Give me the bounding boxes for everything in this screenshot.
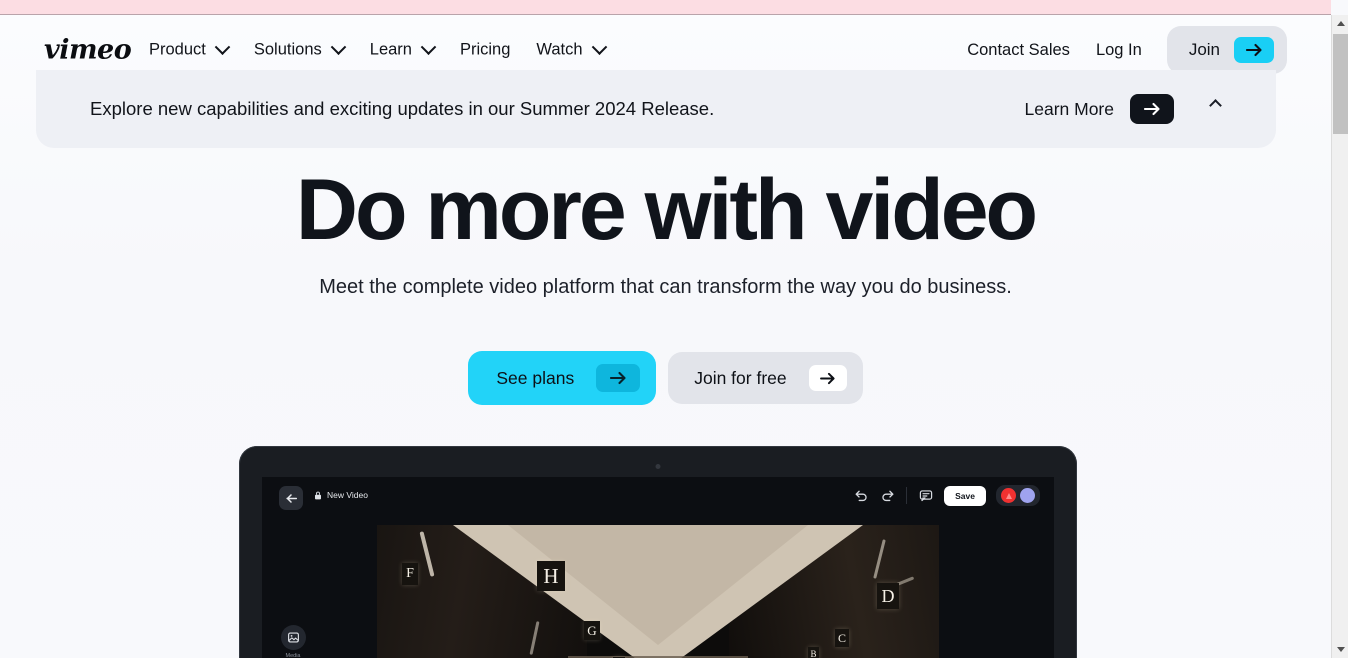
document-title: New Video [327,490,368,500]
editor-sidebar: Media [270,525,316,658]
join-for-free-label: Join for free [694,367,787,388]
scrollbar-up-arrow[interactable] [1332,15,1348,32]
video-canvas[interactable]: F H G F B C D [377,525,939,658]
collaborator-avatar-red[interactable] [1001,488,1016,503]
sidebar-item-media[interactable]: Media [280,625,306,658]
vertical-scrollbar[interactable] [1331,15,1348,658]
nav-item-solutions[interactable]: Solutions [241,35,357,66]
redo-icon[interactable] [879,487,896,504]
page-surface: vimeo Product Solutions Learn Pricing Wa… [0,15,1331,658]
laptop-mockup: New Video Save Media F H G B C D [239,446,1077,658]
document-title-group: New Video [314,490,368,500]
avatar-triangle-icon [1005,492,1012,499]
arrow-right-icon [808,365,847,391]
nav-item-label: Watch [536,40,583,59]
learn-more-button[interactable]: Learn More [1024,94,1174,124]
header-actions: Contact Sales Log In Join [954,26,1287,74]
contact-sales-link[interactable]: Contact Sales [954,41,1083,60]
page-subtitle: Meet the complete video platform that ca… [319,276,1012,298]
corridor-sign: F [402,563,418,585]
banner-collapse-button[interactable] [1204,97,1226,113]
nav-item-product[interactable]: Product [149,35,241,66]
chevron-down-icon [591,39,607,55]
undo-icon[interactable] [852,487,869,504]
collaborator-avatars [996,485,1040,506]
editor-toolbar-actions: Save [852,485,1040,506]
join-button[interactable]: Join [1166,26,1287,74]
scrollbar-down-arrow[interactable] [1332,641,1348,658]
editor-toolbar: New Video Save [262,477,1054,519]
page-title: Do more with video [295,162,1038,258]
learn-more-label: Learn More [1024,98,1115,119]
scrollbar-thumb[interactable] [1333,34,1348,134]
collaborator-avatar-purple[interactable] [1020,488,1035,503]
triangle-down-icon [1336,647,1345,652]
nav-item-watch[interactable]: Watch [523,35,617,66]
corridor-sign: D [877,583,899,609]
save-button[interactable]: Save [944,485,986,506]
arrow-right-icon [1234,37,1274,63]
lock-icon [315,491,321,499]
announcement-banner: Explore new capabilities and exciting up… [36,70,1276,148]
chevron-down-icon [330,39,347,55]
browser-top-strip [0,0,1331,14]
toolbar-divider [906,487,908,504]
nav-item-pricing[interactable]: Pricing [447,35,523,66]
nav-item-label: Solutions [253,40,322,59]
corridor-scene: F H G F B C D [377,525,939,658]
announcement-text: Explore new capabilities and exciting up… [90,98,715,119]
back-button[interactable] [279,486,303,510]
main-navigation: Product Solutions Learn Pricing Watch [149,35,618,66]
corridor-sign: G [584,621,600,640]
nav-item-learn[interactable]: Learn [357,35,447,66]
media-image-icon [280,625,306,650]
arrow-right-icon [596,364,641,392]
arrow-right-icon [1130,94,1174,124]
vimeo-logo[interactable]: vimeo [44,35,132,66]
see-plans-button[interactable]: See plans [468,351,657,405]
back-arrow-icon [286,493,297,503]
join-for-free-button[interactable]: Join for free [668,352,863,404]
corridor-sign: C [835,629,849,647]
triangle-up-icon [1336,21,1345,26]
browser-viewport: vimeo Product Solutions Learn Pricing Wa… [0,0,1348,658]
nav-item-label: Pricing [459,40,511,59]
log-in-link[interactable]: Log In [1083,41,1155,60]
laptop-camera-icon [655,464,661,469]
editor-screen: New Video Save Media F H G B C D [262,477,1054,658]
chevron-up-icon [1208,98,1222,112]
chevron-down-icon [420,39,437,55]
nav-item-label: Product [149,40,206,59]
hero-cta-row: See plans Join for free [0,351,1331,405]
corridor-sign: H [537,561,565,591]
nav-item-label: Learn [369,40,412,59]
join-button-label: Join [1188,40,1220,59]
corridor-sign: B [808,647,819,658]
chevron-down-icon [214,39,231,55]
sidebar-item-label: Media [285,653,301,658]
see-plans-label: See plans [496,367,575,388]
comment-icon[interactable] [917,487,934,504]
